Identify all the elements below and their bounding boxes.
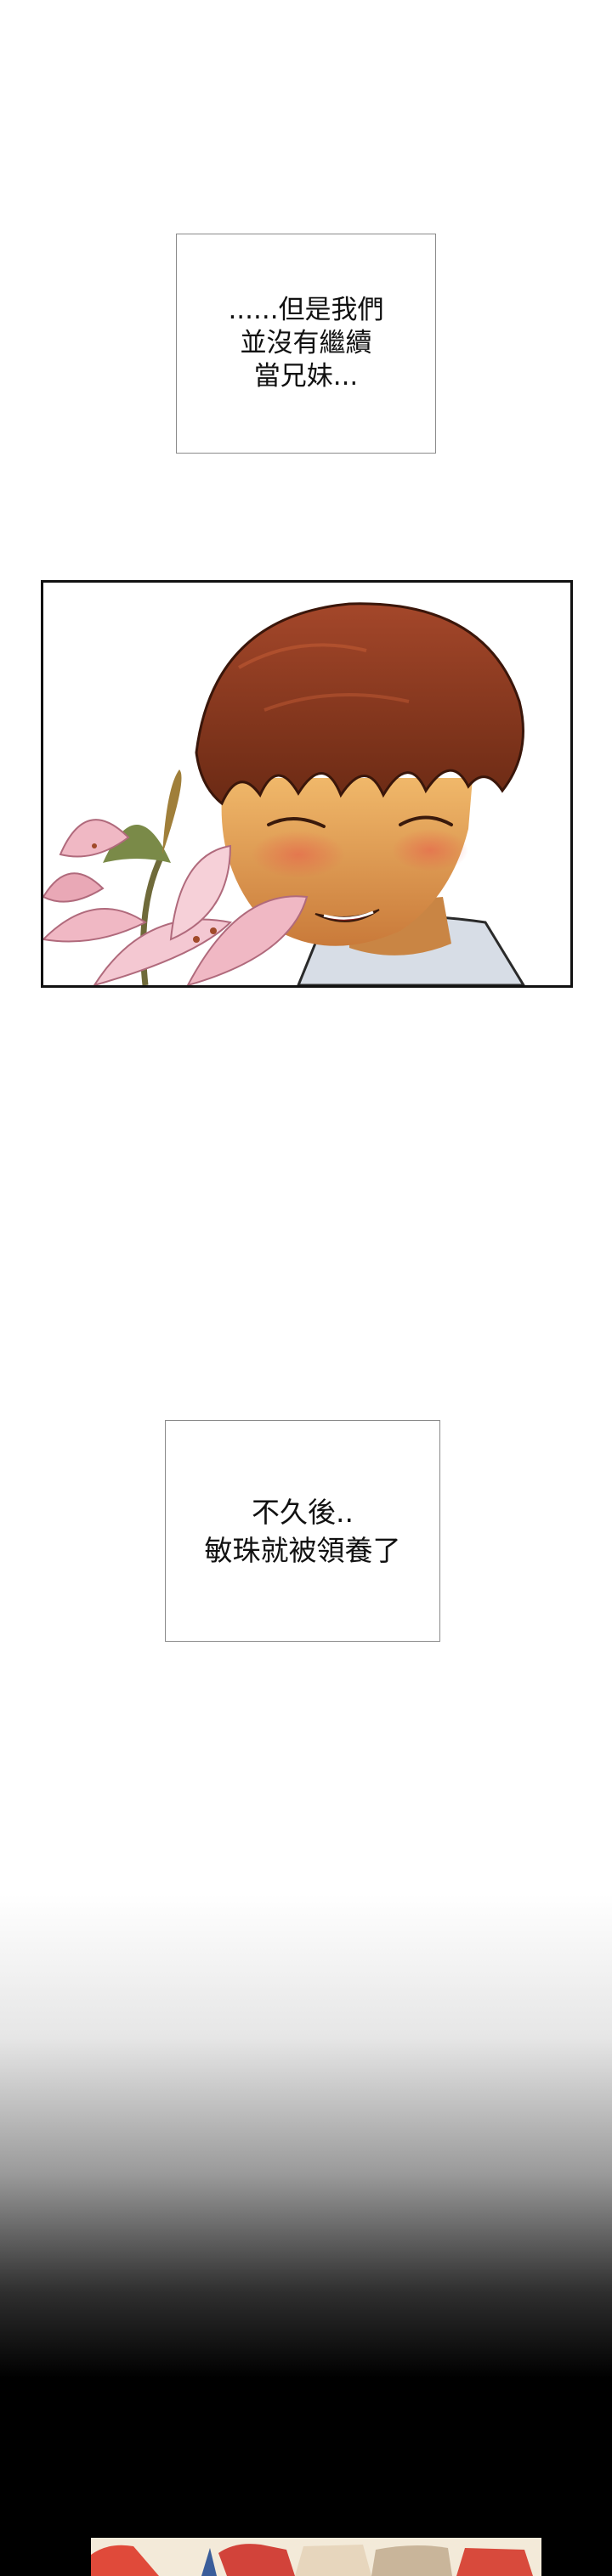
narration-1-line-1: ......但是我們	[228, 295, 384, 325]
narration-box-2: 不久後.. 敏珠就被領養了	[165, 1420, 440, 1642]
narration-2-line-2: 敏珠就被領養了	[204, 1533, 401, 1567]
narration-1-line-2: 並沒有繼續	[240, 328, 372, 358]
narration-text-1: ......但是我們 並沒有繼續 當兄妹...	[228, 294, 383, 393]
comic-panel-smiling-boy	[41, 580, 573, 988]
comic-panel-next-partial	[91, 2538, 541, 2576]
narration-text-2: 不久後.. 敏珠就被領養了	[205, 1493, 401, 1570]
partial-next-panel-illustration	[91, 2538, 541, 2576]
narration-1-line-3: 當兄妹...	[253, 361, 359, 392]
narration-box-1: ......但是我們 並沒有繼續 當兄妹...	[176, 234, 436, 454]
smiling-boy-with-lilies-illustration	[43, 583, 570, 985]
narration-2-line-1: 不久後..	[252, 1495, 354, 1529]
